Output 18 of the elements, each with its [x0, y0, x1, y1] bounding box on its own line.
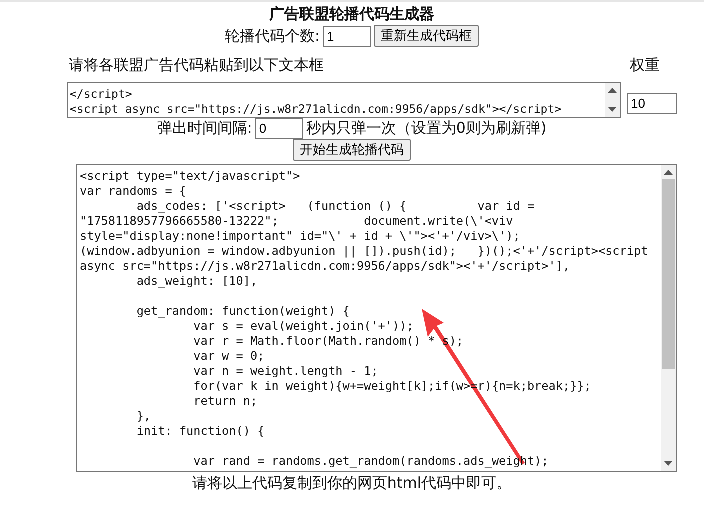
page-title: 广告联盟轮播代码生成器: [268, 5, 436, 25]
weight-input[interactable]: 10: [627, 92, 677, 114]
interval-input[interactable]: 0: [255, 118, 304, 139]
count-input[interactable]: 1: [323, 26, 372, 46]
interval-label: 弹出时间间隔:: [157, 119, 252, 138]
scroll-up-icon[interactable]: [664, 170, 673, 175]
scroll-down-icon[interactable]: [664, 461, 673, 466]
interval-hint: 秒内只弹一次（设置为0则为刷新弹): [306, 119, 547, 138]
footer-instruction: 请将以上代码复制到你的网页html代码中即可。: [191, 474, 513, 493]
weight-label: 权重: [630, 56, 660, 76]
paste-instruction: 请将各联盟广告代码粘贴到以下文本框: [69, 56, 324, 76]
count-label: 轮播代码个数:: [224, 26, 320, 46]
regenerate-button[interactable]: 重新生成代码框: [374, 25, 480, 47]
scrollbar-thumb[interactable]: [662, 179, 675, 369]
scroll-up-icon[interactable]: [608, 88, 617, 93]
ad-code-field[interactable]: </script> <script async src="https://js.w8r271alicdn.com:9956/apps/sdk"></script>: [67, 82, 621, 118]
generate-button[interactable]: 开始生成轮播代码: [293, 139, 411, 161]
scroll-down-icon[interactable]: [608, 107, 617, 112]
